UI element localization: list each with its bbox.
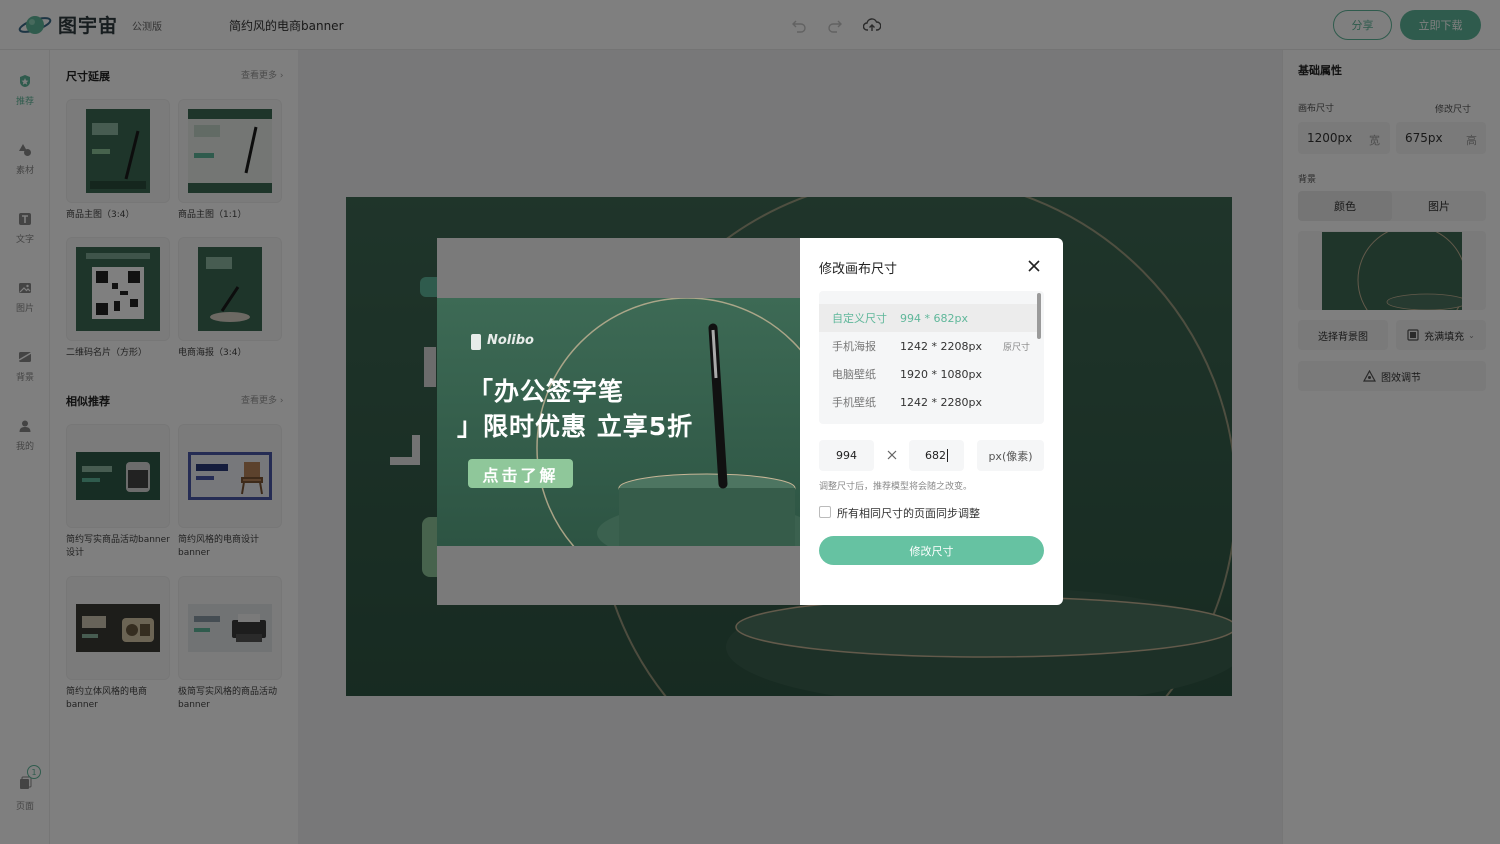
size-option-dims: 1920 * 1080px [900,367,982,381]
size-option-dims: 994 * 682px [900,311,968,325]
preview-headline-2: 」限时优惠 立享5折 [457,412,694,441]
width-input[interactable]: 994 [819,440,874,471]
preview-cta-button: 点击了解 [468,459,573,488]
size-option-dims: 1242 * 2280px [900,395,982,409]
submit-resize-button[interactable]: 修改尺寸 [819,536,1044,565]
sync-pages-label[interactable]: 所有相同尺寸的页面同步调整 [837,505,980,521]
sync-pages-checkbox[interactable] [819,506,831,518]
resize-canvas-dialog: 修改画布尺寸 自定义尺寸 994 * 682px 手机海报 1242 * 220… [800,238,1063,605]
unit-select[interactable]: px(像素) [977,440,1044,471]
dialog-title: 修改画布尺寸 [819,262,898,277]
multiply-icon [887,450,897,460]
size-option-desktop-wallpaper[interactable]: 电脑壁纸 1920 * 1080px [819,360,1037,388]
size-option-custom[interactable]: 自定义尺寸 994 * 682px [819,304,1037,332]
size-option-phone-wallpaper[interactable]: 手机壁纸 1242 * 2280px [819,388,1037,416]
size-option-name: 电脑壁纸 [832,368,876,381]
unit-select-value: px(像素) [988,449,1033,463]
size-option-phone-poster[interactable]: 手机海报 1242 * 2208px 原尺寸 [819,332,1037,360]
size-option-name: 手机壁纸 [832,396,876,409]
size-option-dims: 1242 * 2208px [900,339,982,353]
width-input-value: 994 [836,449,857,462]
original-size-tag: 原尺寸 [1003,342,1031,353]
size-option-name: 自定义尺寸 [832,312,887,325]
preview-brand: Nolibo [487,333,534,348]
resize-preview-banner: Nolibo 「办公签字笔 」限时优惠 立享5折 点击了解 [437,298,800,546]
text-cursor [947,449,948,462]
list-scrollbar[interactable] [1037,293,1041,339]
resize-hint: 调整尺寸后，推荐模型将会随之改变。 [819,482,973,492]
close-icon[interactable] [1026,258,1042,274]
preview-headline-1: 「办公签字笔 [468,377,625,406]
height-input[interactable]: 682 [909,440,964,471]
size-option-name: 手机海报 [832,340,876,353]
size-preset-list: 自定义尺寸 994 * 682px 手机海报 1242 * 2208px 原尺寸… [819,291,1044,424]
height-input-value: 682 [925,449,946,462]
